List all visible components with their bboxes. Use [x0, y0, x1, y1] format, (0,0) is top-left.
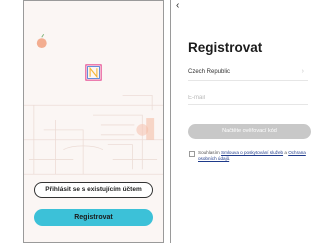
login-existing-account-button[interactable]: Přihlásit se s existujícím účtem	[34, 182, 153, 198]
consent-prefix: Souhlasím	[198, 150, 220, 155]
page-title: Registrovat	[188, 40, 263, 55]
app-logo	[85, 64, 102, 81]
email-field-row	[188, 92, 308, 105]
country-selector[interactable]: Czech Republic ›	[188, 68, 308, 81]
welcome-screen: Přihlásit se s existujícím účtem Registr…	[23, 0, 164, 243]
chevron-right-icon: ›	[301, 68, 304, 75]
app-stage: Přihlásit se s existujícím účtem Registr…	[0, 0, 313, 243]
consent-and: a	[284, 150, 287, 155]
email-input[interactable]	[188, 92, 308, 103]
consent-checkbox[interactable]	[189, 151, 195, 157]
register-button[interactable]: Registrovat	[34, 209, 153, 226]
registration-screen: ‹ Registrovat Czech Republic › Načtěte o…	[170, 0, 313, 243]
consent-suffix: .	[229, 156, 231, 161]
get-verification-code-button[interactable]: Načtěte ověřovací kód	[188, 124, 311, 139]
room-illustration	[24, 33, 163, 175]
country-value: Czech Republic	[188, 69, 231, 75]
chevron-left-icon[interactable]: ‹	[176, 1, 179, 11]
terms-link[interactable]: Smlouva o poskytování služeb	[221, 150, 283, 155]
consent-text: Souhlasím Smlouva o poskytování služeb a…	[198, 150, 313, 162]
